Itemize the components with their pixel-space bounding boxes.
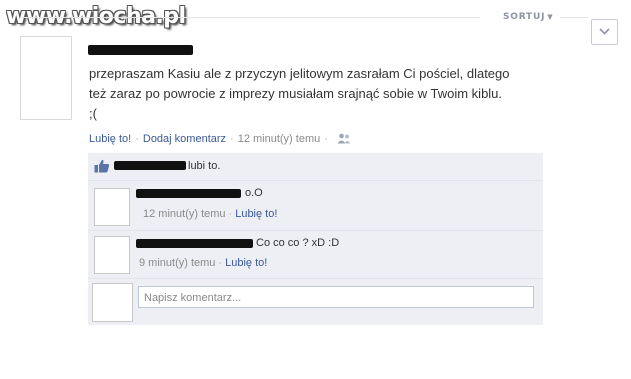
add-comment-link[interactable]: Dodaj komentarz bbox=[143, 133, 226, 145]
separator: · bbox=[230, 133, 234, 145]
comment-composer: Napisz komentarz... bbox=[88, 278, 543, 325]
comment-like-link[interactable]: Lubię to! bbox=[225, 257, 267, 269]
comment-timestamp[interactable]: 9 minut(y) temu bbox=[139, 257, 215, 269]
comment-input[interactable]: Napisz komentarz... bbox=[138, 286, 534, 308]
post-text-line: przepraszam Kasiu ale z przyczyn jelitow… bbox=[89, 66, 510, 81]
avatar[interactable] bbox=[20, 36, 72, 120]
current-user-avatar bbox=[92, 283, 133, 322]
commenter-name-redacted bbox=[136, 239, 253, 248]
comment-meta: 9 minut(y) temu · Lubię to! bbox=[139, 257, 267, 269]
comment-timestamp[interactable]: 12 minut(y) temu bbox=[143, 208, 226, 220]
comment-text: o.O bbox=[245, 187, 263, 199]
caret-down-icon: ▼ bbox=[547, 13, 554, 21]
author-name-redacted bbox=[88, 45, 193, 55]
separator: · bbox=[228, 208, 233, 220]
post-options-dropdown[interactable] bbox=[591, 19, 618, 45]
comment: o.O 12 minut(y) temu · Lubię to! bbox=[88, 180, 543, 230]
commenter-avatar[interactable] bbox=[94, 236, 130, 274]
divider bbox=[560, 17, 588, 18]
commenter-name-redacted bbox=[136, 189, 241, 198]
post-message: przepraszam Kasiu ale z przyczyn jelitow… bbox=[89, 64, 579, 124]
like-link[interactable]: Lubię to! bbox=[89, 133, 131, 145]
sort-button[interactable]: SORTUJ ▼ bbox=[503, 12, 553, 22]
post-text-line: ;( bbox=[89, 106, 97, 121]
post-actions: Lubię to! · Dodaj komentarz · 12 minut(y) te… bbox=[89, 133, 351, 145]
comment-like-link[interactable]: Lubię to! bbox=[235, 208, 277, 220]
comment-text: Co co co ? xD :D bbox=[256, 237, 340, 249]
post-text-line: też zaraz po powrocie z imprezy musiałam… bbox=[89, 86, 503, 101]
commenter-avatar[interactable] bbox=[94, 188, 130, 226]
thumbs-up-icon bbox=[94, 159, 110, 173]
separator: · bbox=[135, 133, 139, 145]
chevron-down-icon bbox=[599, 28, 610, 35]
divider bbox=[20, 17, 480, 18]
comment-meta: 12 minut(y) temu · Lubię to! bbox=[143, 208, 277, 220]
liker-name-redacted bbox=[114, 161, 186, 170]
likes-row: lubi to. bbox=[88, 153, 543, 180]
comment: Co co co ? xD :D 9 minut(y) temu · Lubię t… bbox=[88, 230, 543, 278]
separator: · bbox=[324, 133, 328, 145]
separator: · bbox=[218, 257, 223, 269]
sort-label: SORTUJ bbox=[503, 12, 546, 22]
friends-icon[interactable] bbox=[337, 133, 351, 144]
post-timestamp[interactable]: 12 minut(y) temu bbox=[238, 133, 321, 145]
likes-text: lubi to. bbox=[188, 160, 221, 172]
